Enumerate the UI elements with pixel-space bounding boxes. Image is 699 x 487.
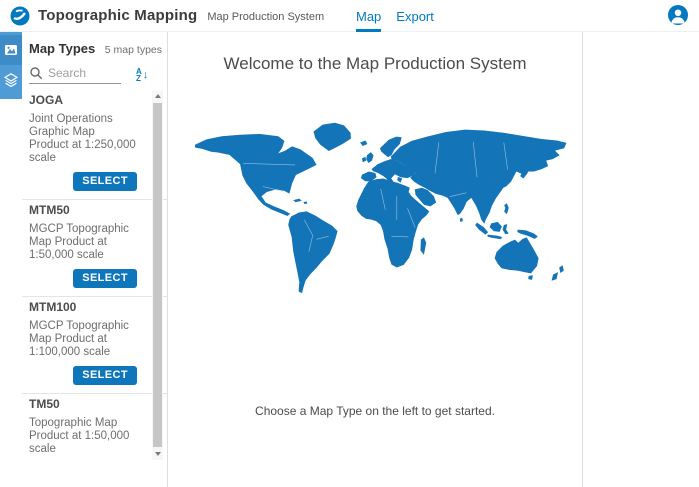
- search-input[interactable]: [48, 66, 118, 80]
- search-icon: [29, 66, 43, 80]
- app-title: Topographic Mapping: [38, 7, 197, 24]
- app-subtitle: Map Production System: [207, 9, 324, 23]
- instruction-text: Choose a Map Type on the left to get sta…: [255, 404, 495, 418]
- map-type-description: Joint Operations Graphic Map Product at …: [29, 113, 137, 165]
- layers-widget-icon[interactable]: [0, 65, 22, 95]
- map-type-name: MTM50: [29, 203, 137, 217]
- sort-az-icon[interactable]: A Z ↓: [136, 68, 148, 84]
- list-item-mtm50: MTM50 MGCP Topographic Map Product at 1:…: [22, 200, 167, 297]
- list-item-joga: JOGA Joint Operations Graphic Map Produc…: [22, 90, 167, 200]
- panel-header: Map Types 5 map types: [22, 32, 167, 58]
- scrollbar-thumb[interactable]: [153, 103, 162, 447]
- sort-letter-z: Z: [136, 75, 142, 82]
- right-filler: [583, 32, 699, 487]
- nav-tab-map[interactable]: Map: [356, 0, 381, 32]
- search-row: A Z ↓: [22, 58, 167, 84]
- scroll-down-icon[interactable]: [152, 448, 163, 460]
- map-type-description: MGCP Topographic Map Product at 1:100,00…: [29, 320, 137, 359]
- app-header: Topographic Mapping Map Production Syste…: [0, 0, 699, 32]
- scroll-up-icon[interactable]: [152, 90, 163, 102]
- list-item-mtm100: MTM100 MGCP Topographic Map Product at 1…: [22, 297, 167, 394]
- globe-logo-icon: [10, 6, 30, 26]
- map-types-count: 5 map types: [105, 44, 162, 56]
- panel-title: Map Types: [29, 41, 95, 56]
- welcome-title: Welcome to the Map Production System: [224, 54, 527, 74]
- map-widget-icon[interactable]: [0, 35, 22, 65]
- select-button-joga[interactable]: SELECT: [73, 172, 137, 191]
- account-icon[interactable]: [668, 5, 688, 25]
- map-type-name: JOGA: [29, 93, 137, 107]
- world-map-image: [182, 120, 568, 302]
- map-type-description: Topographic Map Product at 1:50,000 scal…: [29, 417, 137, 456]
- nav-tab-export[interactable]: Export: [396, 0, 434, 32]
- map-type-list: JOGA Joint Operations Graphic Map Produc…: [22, 90, 167, 460]
- content-area: Map Types 5 map types A Z ↓: [0, 32, 699, 487]
- widget-strip: [0, 32, 22, 487]
- main-panel: Welcome to the Map Production System: [168, 32, 583, 487]
- sidebar-scrollbar[interactable]: [152, 90, 163, 460]
- sort-arrow-down-icon: ↓: [143, 70, 149, 81]
- select-button-mtm100[interactable]: SELECT: [73, 366, 137, 385]
- map-types-panel: Map Types 5 map types A Z ↓: [22, 32, 168, 487]
- map-type-description: MGCP Topographic Map Product at 1:50,000…: [29, 223, 137, 262]
- search-box[interactable]: [29, 66, 121, 84]
- select-button-mtm50[interactable]: SELECT: [73, 269, 137, 288]
- map-type-name: TM50: [29, 397, 137, 411]
- list-item-tm50: TM50 Topographic Map Product at 1:50,000…: [22, 394, 167, 460]
- map-type-name: MTM100: [29, 300, 137, 314]
- top-nav: Map Export: [356, 0, 434, 32]
